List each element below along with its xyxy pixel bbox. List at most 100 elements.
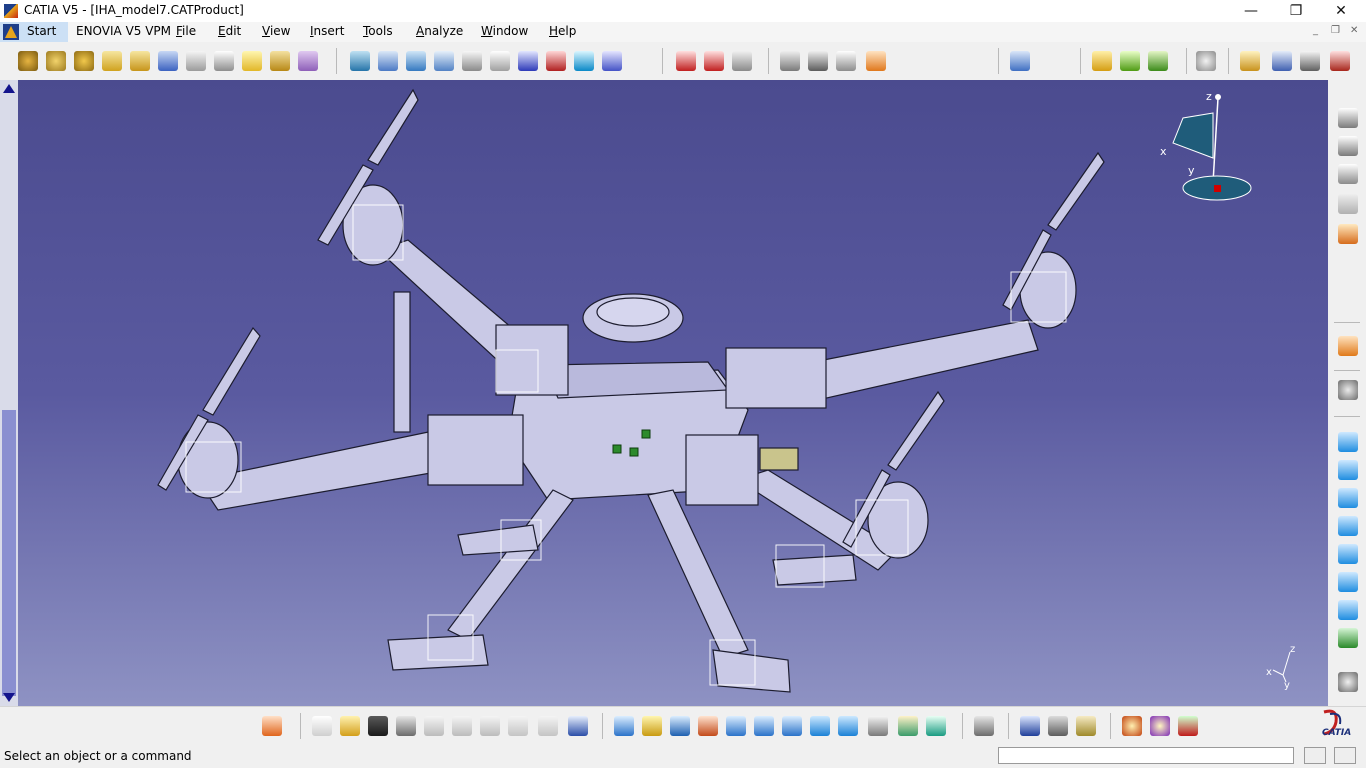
swap-space-icon[interactable] [926, 716, 946, 736]
apply-material-icon[interactable] [1338, 672, 1358, 692]
annotation-text-icon[interactable] [1338, 108, 1358, 128]
scroll-up-icon[interactable] [3, 84, 15, 93]
user-selection-filter-icon[interactable] [1338, 380, 1358, 400]
measure-between-icon[interactable] [1020, 716, 1040, 736]
fly-mode-icon[interactable] [614, 716, 634, 736]
restore-button[interactable]: ❐ [1273, 0, 1319, 22]
hide-show-icon[interactable] [898, 716, 918, 736]
rotate-icon[interactable] [698, 716, 718, 736]
drone-assembly-model[interactable] [18, 80, 1328, 706]
distance-analysis-icon[interactable] [836, 51, 856, 71]
update-icon[interactable] [490, 51, 510, 71]
menu-window[interactable]: Window [481, 24, 528, 38]
publication-icon[interactable] [1120, 51, 1140, 71]
new-component-icon[interactable] [18, 51, 38, 71]
clash-icon[interactable] [780, 51, 800, 71]
fix-component-icon[interactable] [546, 51, 566, 71]
measure-inertia-icon[interactable] [1076, 716, 1096, 736]
top-view-icon[interactable] [1338, 572, 1358, 592]
measure-icon[interactable] [1010, 51, 1030, 71]
manage-representations-icon[interactable] [270, 51, 290, 71]
print-icon[interactable] [396, 716, 416, 736]
menu-tools[interactable]: Tools [363, 24, 393, 38]
catia-app-icon[interactable] [4, 4, 18, 18]
status-button-1[interactable] [1304, 747, 1326, 764]
whats-this-icon[interactable] [568, 716, 588, 736]
constraint-icon[interactable] [518, 51, 538, 71]
color-palette-icon[interactable] [1178, 716, 1198, 736]
3d-viewport[interactable]: x y z x y z [18, 80, 1328, 706]
sectioning-icon[interactable] [808, 51, 828, 71]
redo-icon[interactable] [538, 716, 558, 736]
menu-enovia[interactable]: ENOVIA V5 VPM [76, 24, 171, 38]
reuse-pattern-icon[interactable] [574, 51, 594, 71]
menu-view[interactable]: View [262, 24, 290, 38]
new-file-icon[interactable] [312, 716, 332, 736]
open-folder-icon[interactable] [340, 716, 360, 736]
zoom-in-icon[interactable] [726, 716, 746, 736]
bill-of-material-icon[interactable] [1272, 51, 1292, 71]
manipulation-icon[interactable] [350, 51, 370, 71]
menu-edit[interactable]: Edit [218, 24, 241, 38]
offset-constraint-icon[interactable] [732, 51, 752, 71]
left-view-icon[interactable] [1338, 516, 1358, 536]
isometric-view-icon[interactable] [1338, 432, 1358, 452]
annotation-abc-icon[interactable] [1338, 136, 1358, 156]
swap-visible-space-icon[interactable] [1196, 51, 1216, 71]
doc-restore-button[interactable]: ❐ [1331, 25, 1340, 36]
save-icon[interactable] [368, 716, 388, 736]
menu-start[interactable]: Start [0, 22, 68, 42]
doc-close-button[interactable]: ✕ [1350, 25, 1358, 36]
status-button-2[interactable] [1334, 747, 1356, 764]
knowledge-icon[interactable] [866, 51, 886, 71]
weld-icon[interactable] [1338, 194, 1358, 214]
minimize-button[interactable]: — [1228, 0, 1274, 22]
catalog-browser-icon[interactable] [1092, 51, 1112, 71]
environment-icon[interactable] [1150, 716, 1170, 736]
close-button[interactable]: ✕ [1318, 0, 1364, 22]
compass-widget[interactable]: x y z [1153, 88, 1253, 208]
right-view-icon[interactable] [1338, 544, 1358, 564]
flag-note-icon[interactable] [1338, 164, 1358, 184]
selective-load-icon[interactable] [242, 51, 262, 71]
graph-tree-reordering-icon[interactable] [186, 51, 206, 71]
snap-icon[interactable] [378, 51, 398, 71]
back-view-icon[interactable] [1338, 488, 1358, 508]
copy-icon[interactable] [452, 716, 472, 736]
new-part-icon[interactable] [74, 51, 94, 71]
properties-icon[interactable] [1300, 51, 1320, 71]
coincidence-constraint-icon[interactable] [676, 51, 696, 71]
vertical-scrollbar[interactable] [0, 80, 18, 706]
paste-icon[interactable] [480, 716, 500, 736]
undo-icon[interactable] [508, 716, 528, 736]
scrollbar-thumb[interactable] [2, 410, 16, 696]
select-cursor-icon[interactable] [1338, 336, 1358, 356]
smart-move-icon[interactable] [406, 51, 426, 71]
generate-numbering-icon[interactable] [214, 51, 234, 71]
bottom-view-icon[interactable] [1338, 600, 1358, 620]
multi-instantiation-icon[interactable] [298, 51, 318, 71]
explode-icon[interactable] [434, 51, 454, 71]
catalog-icon[interactable] [974, 716, 994, 736]
fit-all-in-icon[interactable] [642, 716, 662, 736]
tree-expand-icon[interactable] [262, 716, 282, 736]
doc-minimize-button[interactable]: _ [1313, 25, 1318, 36]
front-view-icon[interactable] [1338, 460, 1358, 480]
zoom-out-icon[interactable] [754, 716, 774, 736]
scene-icon[interactable] [1240, 51, 1260, 71]
shading-icon[interactable] [868, 716, 888, 736]
normal-view-icon[interactable] [782, 716, 802, 736]
render-icon[interactable] [1122, 716, 1142, 736]
view-cube-icon[interactable] [838, 716, 858, 736]
new-product-icon[interactable] [46, 51, 66, 71]
contact-constraint-icon[interactable] [704, 51, 724, 71]
menu-analyze[interactable]: Analyze [416, 24, 463, 38]
cut-icon[interactable] [424, 716, 444, 736]
measure-item-icon[interactable] [1048, 716, 1068, 736]
menu-insert[interactable]: Insert [310, 24, 344, 38]
sticky-note-icon[interactable] [1338, 224, 1358, 244]
named-views-icon[interactable] [1338, 628, 1358, 648]
stop-manipulate-on-clash-icon[interactable] [462, 51, 482, 71]
assembly-features-icon[interactable] [1330, 51, 1350, 71]
flexible-rigid-icon[interactable] [602, 51, 622, 71]
